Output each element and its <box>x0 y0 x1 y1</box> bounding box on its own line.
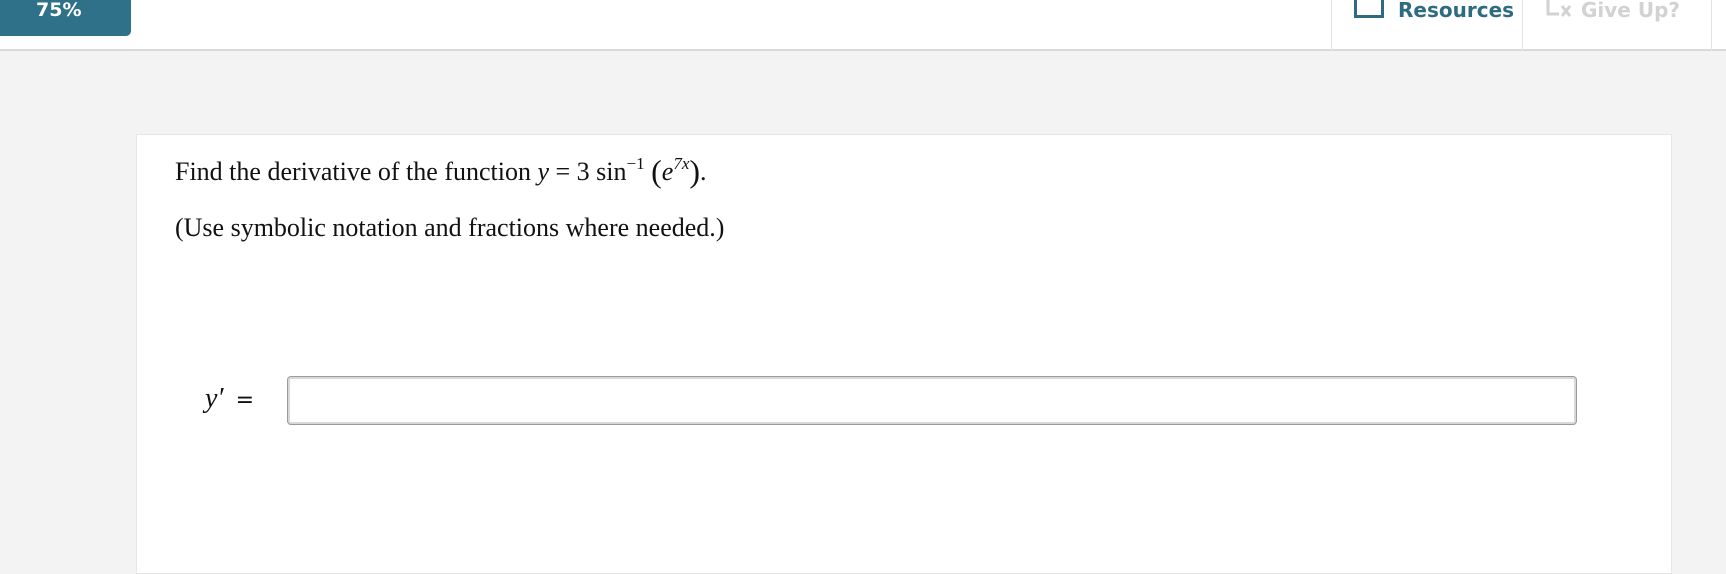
answer-label-var: y′ <box>205 383 224 414</box>
question-equals: = 3 sin <box>549 157 627 186</box>
question-prefix: Find the derivative of the function <box>175 157 538 186</box>
inverse-exponent: −1 <box>626 154 645 173</box>
open-paren: ( <box>651 153 662 189</box>
give-up-label: Give Up? <box>1581 0 1680 22</box>
exponent: 7x <box>673 154 690 173</box>
progress-badge: 75% <box>0 0 131 36</box>
toolbar-actions: Resources Give Up? <box>1331 0 1712 51</box>
question-period: . <box>700 157 707 186</box>
base-e: e <box>661 157 674 186</box>
answer-label: y′ = <box>205 383 254 415</box>
question-var-y: y <box>537 157 550 186</box>
question-text: Find the derivative of the function y = … <box>175 153 707 190</box>
resources-button[interactable]: Resources <box>1331 0 1522 51</box>
answer-input[interactable] <box>287 376 1577 425</box>
instructions-text: (Use symbolic notation and fractions whe… <box>175 213 725 242</box>
resources-label: Resources <box>1398 0 1515 22</box>
answer-label-equals: = <box>235 388 254 413</box>
book-icon <box>1354 0 1384 18</box>
close-paren: ) <box>689 153 701 189</box>
give-up-icon <box>1546 0 1572 17</box>
question-card: Find the derivative of the function y = … <box>136 134 1672 574</box>
top-toolbar: 75% Resources Give Up? <box>0 0 1726 51</box>
progress-value: 75% <box>36 0 82 21</box>
give-up-button[interactable]: Give Up? <box>1522 0 1712 51</box>
